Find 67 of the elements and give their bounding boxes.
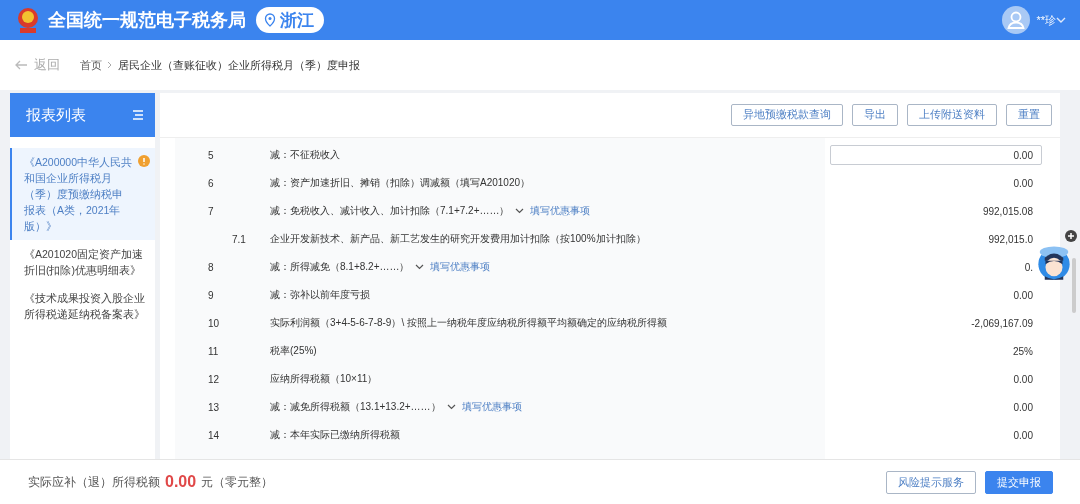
row-label: 减：弥补以前年度亏损: [270, 288, 370, 302]
row-number: 7.1: [231, 233, 247, 245]
sidebar-item[interactable]: 《A200000中华人民共和国企业所得税月（季）度预缴纳税申报表（A类，2021年版）》: [10, 148, 155, 240]
menu-icon[interactable]: [133, 110, 143, 120]
row-label: 税率(25%): [270, 344, 317, 358]
fill-link[interactable]: 填写优惠事项: [430, 260, 491, 274]
location-pin-icon: [264, 13, 276, 27]
site-title: 全国统一规范电子税务局: [48, 9, 246, 32]
row-label: 减：本年实际已缴纳所得税额: [270, 428, 400, 442]
plus-icon[interactable]: [1064, 229, 1078, 243]
row-number: 13: [207, 401, 221, 413]
row-label: 减：免税收入、减计收入、加计扣除（7.1+7.2+……）: [270, 204, 510, 218]
input-field[interactable]: 0.00: [830, 145, 1042, 165]
row-label: 企业开发新技术、新产品、新工艺发生的研究开发费用加计扣除（按100%加计扣除）: [270, 232, 646, 246]
chevron-right-icon: [107, 61, 113, 69]
service-button[interactable]: 风险提示服务: [886, 470, 976, 494]
toolbar-button[interactable]: 上传附送资料: [907, 104, 997, 126]
row-number: 12: [207, 373, 221, 385]
row-value: 0.00: [1012, 401, 1034, 413]
mascot-drawing[interactable]: [1036, 245, 1072, 282]
sidebar-title: 报表列表: [26, 105, 86, 125]
chevron-down-icon[interactable]: [446, 404, 456, 410]
toolbar-button[interactable]: 重置: [1006, 104, 1052, 126]
row-value: 0.: [1023, 261, 1034, 273]
row-label: 实际利润额（3+4-5-6-7-8-9）\ 按照上一纳税年度应纳税所得额平均额确定的应纳税所得额: [270, 316, 667, 330]
row-number: 6: [207, 177, 215, 189]
row-value: 0.00: [1012, 429, 1034, 441]
fill-link[interactable]: 填写优惠事项: [461, 400, 522, 414]
breadcrumb-link[interactable]: 首页: [80, 57, 102, 73]
row-value: 992,015.0: [987, 233, 1034, 245]
submit-button[interactable]: 提交申报: [985, 470, 1053, 494]
arrow-left-icon: [14, 60, 28, 70]
row-label: 减：减免所得税额（13.1+13.2+……）: [270, 400, 441, 414]
back-button[interactable]: 返回: [14, 56, 60, 74]
row-value: 0.00: [1012, 373, 1034, 385]
row-number: 9: [207, 289, 215, 301]
sidebar-item[interactable]: 《A201020固定资产加速折旧(扣除)优惠明细表》: [10, 240, 155, 284]
toolbar-button[interactable]: 导出: [852, 104, 898, 126]
row-value: 0.00: [1012, 289, 1034, 301]
row-number: 11: [207, 345, 220, 357]
row-number: 5: [207, 149, 215, 161]
fill-link[interactable]: 填写优惠事项: [530, 204, 591, 218]
row-label: 减：资产加速折旧、摊销（扣除）调减额（填写A201020）: [270, 176, 531, 190]
row-value: 25%: [1012, 345, 1034, 357]
row-value: 992,015.08: [981, 205, 1034, 217]
sidebar-item[interactable]: 《技术成果投资入股企业所得税递延纳税备案表》: [10, 284, 155, 328]
emblem-icon: [16, 5, 40, 35]
row-number: 7: [207, 205, 215, 217]
scrollbar[interactable]: [1072, 258, 1076, 313]
row-value: 0.00: [1012, 177, 1034, 189]
row-number: 14: [207, 429, 221, 441]
total-label: 实际应补（退）所得税额: [28, 473, 160, 491]
row-label: 应纳所得税额（10×11）: [270, 372, 378, 386]
avatar-icon[interactable]: [1002, 6, 1031, 34]
row-label: 减：所得减免（8.1+8.2+……）: [270, 260, 410, 274]
total-unit: 元（零元整）: [201, 473, 274, 491]
chevron-down-icon[interactable]: [515, 208, 525, 214]
user-name[interactable]: **珍: [1036, 12, 1056, 28]
region-selector[interactable]: 浙江: [256, 7, 324, 33]
breadcrumb-current: 居民企业（查账征收）企业所得税月（季）度申报: [118, 57, 360, 73]
row-value: -2,069,167.09: [970, 317, 1034, 329]
toolbar-button[interactable]: 异地预缴税款查询: [731, 104, 843, 126]
chevron-down-icon[interactable]: [415, 264, 425, 270]
row-number: 10: [207, 317, 221, 329]
row-label: 减：不征税收入: [270, 148, 340, 162]
row-number: 8: [207, 261, 215, 273]
total-amount: 0.00: [165, 473, 197, 491]
